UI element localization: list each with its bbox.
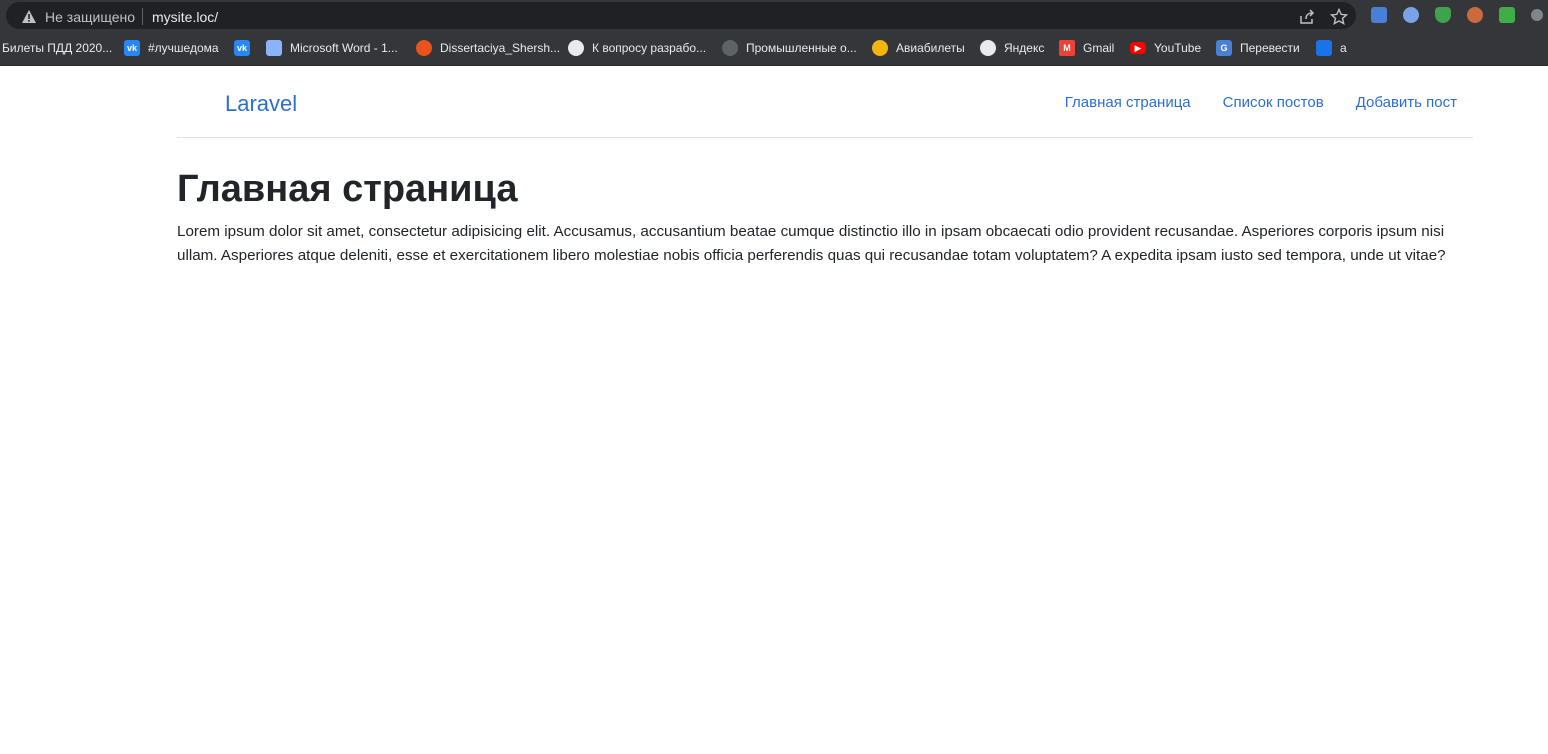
star-icon[interactable] [1330,8,1348,26]
browser-toolbar: Не защищено mysite.loc/ [0,0,1548,32]
site-header: Laravel Главная страница Список постов Д… [177,66,1473,138]
security-label[interactable]: Не защищено [45,8,135,26]
bookmark-label: Gmail [1083,41,1115,55]
youtube-icon: ▶ [1130,42,1146,54]
skull-icon [568,40,584,56]
bookmark-label: Dissertaciya_Shersh... [440,41,561,55]
nav-link-home[interactable]: Главная страница [1065,93,1191,113]
globe-icon [980,40,996,56]
shield-extension-icon[interactable] [1435,7,1451,23]
bookmark-label: Промышленные о... [746,41,857,55]
vk-icon: vk [234,40,250,56]
bookmark-label: Перевести [1240,41,1300,55]
bookmark-label: Яндекс [1004,41,1045,55]
bookmark-label: Microsoft Word - 1... [290,41,398,55]
bookmark-item[interactable]: Яндекс [980,39,1044,57]
address-bar[interactable]: Не защищено mysite.loc/ [6,2,1356,29]
gmail-icon: M [1059,40,1075,56]
bookmark-item[interactable]: M Gmail [1059,39,1114,57]
web-page: Laravel Главная страница Список постов Д… [0,66,1548,754]
bookmark-item[interactable]: G Перевести [1216,39,1300,57]
omnibox-divider [142,8,143,25]
brand-link[interactable]: Laravel [225,90,297,118]
vk-icon: vk [124,40,140,56]
main-nav: Главная страница Список постов Добавить … [1033,93,1457,113]
bookmark-item[interactable]: Dissertaciya_Shersh... [416,39,560,57]
bookmark-label: Авиабилеты [896,41,965,55]
bookmark-label: Билеты ПДД 2020... [2,41,113,55]
bookmark-label: #лучшедома [148,41,219,55]
bookmark-item[interactable]: К вопросу разрабо... [568,39,706,57]
owl-extension-icon[interactable] [1467,7,1483,23]
nav-link-add-post[interactable]: Добавить пост [1356,93,1457,113]
person-icon [722,40,738,56]
document-icon [266,40,282,56]
bookmark-item[interactable]: vk [234,39,258,57]
warning-icon[interactable] [22,10,36,23]
bookmark-item[interactable]: Microsoft Word - 1... [266,39,398,57]
page-title: Главная страница [177,168,518,210]
bookmark-item[interactable]: ▶ YouTube [1130,39,1201,57]
extension-icon[interactable] [1531,9,1543,21]
url-text[interactable]: mysite.loc/ [152,8,218,26]
translate-icon: G [1216,40,1232,56]
bookmark-item[interactable]: Билеты ПДД 2020... [2,39,112,57]
aviasales-icon [872,40,888,56]
bookmark-item[interactable]: Авиабилеты [872,39,965,57]
bookmark-label: YouTube [1154,41,1202,55]
check-extension-icon[interactable] [1499,7,1515,23]
search-extension-icon[interactable] [1403,7,1419,23]
bookmark-item[interactable]: vk #лучшедома [124,39,219,57]
chat-icon [1316,40,1332,56]
bookmarks-bar: Билеты ПДД 2020... vk #лучшедома vk Micr… [0,32,1548,66]
share-icon[interactable] [1298,8,1316,26]
bookmark-item[interactable]: а [1316,39,1347,57]
dots-icon [416,40,432,56]
bookmark-label: К вопросу разрабо... [592,41,707,55]
bookmark-label: а [1340,41,1347,55]
translate-extension-icon[interactable] [1371,7,1387,23]
nav-link-posts[interactable]: Список постов [1223,93,1324,113]
page-text: Lorem ipsum dolor sit amet, consectetur … [177,223,1446,264]
bookmark-item[interactable]: Промышленные о... [722,39,857,57]
